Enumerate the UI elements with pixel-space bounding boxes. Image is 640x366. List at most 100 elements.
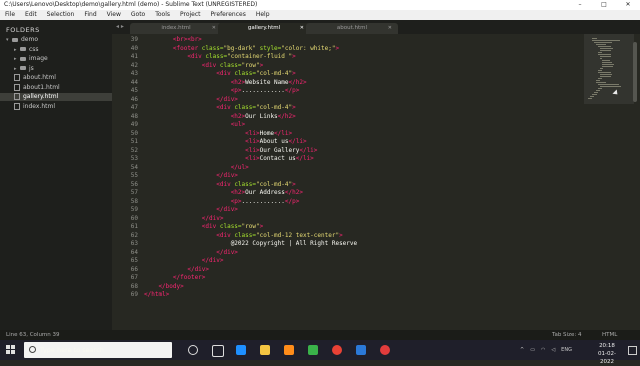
code-line[interactable]: 63 @2022 Copyright | All Right Reserve [112, 240, 584, 248]
minimize-button[interactable]: – [568, 0, 592, 10]
code-token: </html> [144, 291, 170, 298]
code-text: </div> [144, 215, 224, 223]
sidebar-item-about1-html[interactable]: about1.html [0, 83, 112, 92]
code-line[interactable]: 60 </div> [112, 215, 584, 223]
code-line[interactable]: 66 </div> [112, 266, 584, 274]
close-button[interactable]: ✕ [616, 0, 640, 10]
code-line[interactable]: 50 <li>Home</li> [112, 130, 584, 138]
code-line[interactable]: 61 <div class="row"> [112, 223, 584, 231]
close-icon[interactable]: ✕ [300, 23, 304, 34]
word-icon[interactable] [356, 345, 366, 355]
code-line[interactable]: 62 <div class="col-md-12 text-center"> [112, 232, 584, 240]
menu-help[interactable]: Help [251, 10, 275, 20]
code-line[interactable]: 42 <div class="row"> [112, 62, 584, 70]
menu-preferences[interactable]: Preferences [206, 10, 251, 20]
code-token: class= [234, 231, 256, 239]
edge-icon[interactable] [236, 345, 246, 355]
code-line[interactable]: 41 <div class="container-fluid "> [112, 53, 584, 61]
clock[interactable]: 20:18 01-02-2022 [592, 342, 622, 366]
title-bar: C:\Users\Lenovo\Desktop\demo\gallery.htm… [0, 0, 640, 10]
code-line[interactable]: 59 </div> [112, 206, 584, 214]
code-line[interactable]: 47 <div class="col-md-4"> [112, 104, 584, 112]
volume-icon[interactable]: ◁ [551, 347, 555, 353]
syntax-mode[interactable]: HTML [602, 330, 617, 340]
menu-goto[interactable]: Goto [126, 10, 150, 20]
code-line[interactable]: 65 </div> [112, 257, 584, 265]
line-number: 50 [130, 129, 138, 137]
sidebar-item-about-html[interactable]: about.html [0, 74, 112, 82]
sidebar-item-css[interactable]: ▸ css [0, 46, 112, 54]
battery-icon[interactable]: ▭ [530, 347, 535, 353]
cortana-icon[interactable] [188, 345, 198, 355]
language-indicator[interactable]: ENG [561, 347, 572, 353]
code-line[interactable]: 43 <div class="col-md-4"> [112, 70, 584, 78]
menu-view[interactable]: View [102, 10, 126, 20]
tab-about[interactable]: about.html ✕ [306, 23, 398, 34]
sidebar-item-image[interactable]: ▸ image [0, 55, 112, 63]
code-line[interactable]: 56 <div class="col-md-4"> [112, 181, 584, 189]
code-line[interactable]: 58 <p>............</p> [112, 198, 584, 206]
code-line[interactable]: 45 <p>............</p> [112, 87, 584, 95]
scrollbar-thumb[interactable] [633, 42, 637, 102]
chrome-icon[interactable] [332, 345, 342, 355]
menu-project[interactable]: Project [175, 10, 206, 20]
notepad-icon[interactable] [308, 345, 318, 355]
maximize-button[interactable]: □ [592, 0, 616, 10]
code-line[interactable]: 44 <h2>Website Name</h2> [112, 79, 584, 87]
folders-header: FOLDERS [6, 26, 40, 34]
code-line[interactable]: 57 <h2>Our Address</h2> [112, 189, 584, 197]
menu-file[interactable]: File [0, 10, 20, 20]
tab-size[interactable]: Tab Size: 4 [552, 330, 581, 340]
task-view-icon[interactable] [212, 345, 224, 357]
minimap-line [598, 78, 602, 79]
code-line[interactable]: 52 <li>Our Gallery</li> [112, 147, 584, 155]
code-text: <div class="row"> [144, 62, 263, 70]
code-line[interactable]: 64 </div> [112, 249, 584, 257]
close-icon[interactable]: ✕ [388, 23, 392, 34]
code-line[interactable]: 46 </div> [112, 96, 584, 104]
code-text: </div> [144, 266, 209, 274]
menu-find[interactable]: Find [79, 10, 101, 20]
minimap[interactable] [584, 34, 640, 330]
tab-scroll-arrows-icon[interactable]: ◂ ▸ [116, 23, 124, 30]
menu-selection[interactable]: Selection [42, 10, 80, 20]
code-line[interactable]: 39 <br><br> [112, 36, 584, 44]
file-explorer-icon[interactable] [260, 345, 270, 355]
sidebar-item-js[interactable]: ▸ js [0, 65, 112, 73]
code-editor[interactable]: 39 <br><br> 40 <footer class="bg-dark" st… [112, 34, 584, 330]
code-line[interactable]: 49 <ul> [112, 121, 584, 129]
sidebar-item-index-html[interactable]: index.html [0, 102, 112, 111]
code-token: </div> [144, 265, 210, 273]
sublime-text-icon[interactable] [284, 345, 294, 355]
wifi-icon[interactable]: ◠ [541, 347, 545, 353]
sidebar-item-demo[interactable]: ▾ demo [0, 36, 112, 44]
minimap-line [598, 84, 619, 85]
clock-date: 01-02-2022 [598, 351, 616, 365]
chevron-up-icon[interactable]: ^ [520, 347, 524, 353]
opera-icon[interactable] [380, 345, 390, 355]
tab-index[interactable]: index.html ✕ [130, 23, 222, 34]
windows-start-icon[interactable] [6, 345, 16, 355]
code-text: <div class="container-fluid "> [144, 53, 295, 61]
code-token: <div [144, 180, 235, 188]
line-number: 53 [130, 155, 138, 162]
code-line[interactable]: 40 <footer class="bg-dark" style="color:… [112, 45, 584, 53]
menu-edit[interactable]: Edit [20, 10, 42, 20]
code-line[interactable]: 53 <li>Contact us</li> [112, 155, 584, 163]
code-line[interactable]: 48 <h2>Our Links</h2> [112, 113, 584, 121]
code-line[interactable]: 68 </body> [112, 283, 584, 291]
code-token: </body> [144, 282, 184, 290]
status-bar: Line 63, Column 39 Tab Size: 4 HTML [0, 330, 640, 340]
close-icon[interactable]: ✕ [212, 23, 216, 34]
code-line[interactable]: 69 </html> [112, 291, 584, 299]
code-line[interactable]: 67 </footer> [112, 274, 584, 282]
vertical-scrollbar[interactable] [633, 34, 637, 330]
code-line[interactable]: 51 <li>About us</li> [112, 138, 584, 146]
notification-icon[interactable] [628, 346, 637, 355]
sidebar-item-gallery-html[interactable]: gallery.html [0, 93, 112, 101]
code-line[interactable]: 55 </div> [112, 172, 584, 180]
menu-tools[interactable]: Tools [150, 10, 175, 20]
taskbar-search[interactable]: Type here to search [24, 342, 172, 358]
code-line[interactable]: 54 </ul> [112, 164, 584, 172]
tab-gallery[interactable]: gallery.html ✕ [218, 23, 310, 34]
